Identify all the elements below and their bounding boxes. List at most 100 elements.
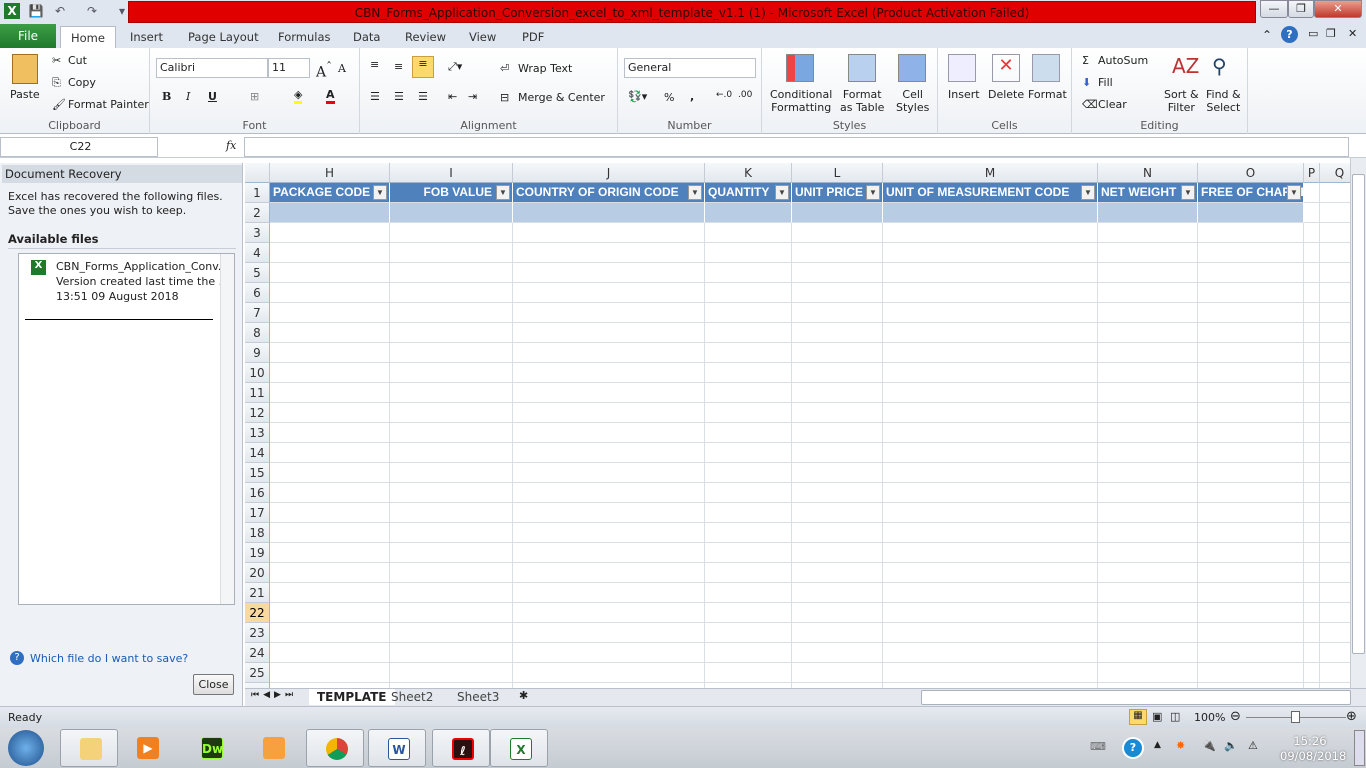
cell[interactable] — [1098, 243, 1198, 263]
cell[interactable] — [705, 543, 792, 563]
cell[interactable] — [390, 243, 513, 263]
page-break-view-icon[interactable]: ◫ — [1170, 710, 1180, 723]
column-header-p[interactable]: P — [1304, 163, 1320, 183]
row-header-4[interactable]: 4 — [245, 243, 270, 263]
number-format-select[interactable]: General — [624, 58, 756, 78]
zoom-in-button[interactable]: ⊕ — [1346, 709, 1357, 724]
increase-decimal-icon[interactable]: ←.0 — [716, 90, 732, 100]
cell[interactable] — [1304, 243, 1320, 263]
cell[interactable] — [1198, 523, 1304, 543]
which-file-link[interactable]: Which file do I want to save? — [30, 652, 188, 665]
row-header-2[interactable]: 2 — [245, 203, 270, 223]
cell[interactable] — [270, 283, 390, 303]
row-header-18[interactable]: 18 — [245, 523, 270, 543]
decrease-indent-icon[interactable]: ⇤ — [448, 90, 457, 103]
cell[interactable] — [705, 263, 792, 283]
cell[interactable] — [513, 423, 705, 443]
cell[interactable] — [1098, 603, 1198, 623]
cell[interactable] — [792, 483, 883, 503]
format-cells-icon[interactable] — [1032, 54, 1060, 82]
cell[interactable] — [883, 383, 1098, 403]
cell[interactable] — [1320, 523, 1350, 543]
cell[interactable] — [883, 323, 1098, 343]
cell[interactable] — [1304, 603, 1320, 623]
bold-button[interactable]: B — [162, 90, 171, 103]
table-cell[interactable] — [513, 203, 705, 223]
cell[interactable] — [1198, 423, 1304, 443]
undo-icon[interactable]: ↶ — [52, 3, 68, 19]
cell[interactable] — [883, 423, 1098, 443]
row-header-1[interactable]: 1 — [245, 183, 270, 203]
cell[interactable] — [1098, 583, 1198, 603]
insert-function-button[interactable]: fx — [226, 139, 236, 152]
recovery-file-item[interactable]: X CBN_Forms_Application_Conv... Version … — [21, 256, 229, 314]
cell[interactable] — [1098, 223, 1198, 243]
cell[interactable] — [390, 563, 513, 583]
cell[interactable] — [390, 663, 513, 683]
cell[interactable] — [1320, 303, 1350, 323]
cell[interactable] — [883, 303, 1098, 323]
tab-insert[interactable]: Insert — [120, 26, 173, 48]
cell[interactable] — [1304, 183, 1320, 203]
table-cell[interactable] — [792, 203, 883, 223]
cell[interactable] — [1304, 643, 1320, 663]
cell[interactable] — [883, 563, 1098, 583]
cell[interactable] — [883, 343, 1098, 363]
cell[interactable] — [792, 463, 883, 483]
cell[interactable] — [513, 403, 705, 423]
cell[interactable] — [390, 583, 513, 603]
cell[interactable] — [1198, 483, 1304, 503]
cell[interactable] — [1304, 383, 1320, 403]
row-header-10[interactable]: 10 — [245, 363, 270, 383]
cell[interactable] — [883, 643, 1098, 663]
cell[interactable] — [513, 263, 705, 283]
cell[interactable] — [792, 243, 883, 263]
font-color-icon[interactable]: A — [326, 88, 335, 104]
cell[interactable] — [270, 423, 390, 443]
cell[interactable] — [390, 383, 513, 403]
cell[interactable] — [1320, 363, 1350, 383]
column-header-h[interactable]: H — [270, 163, 390, 183]
grow-font-icon[interactable]: Aˆ — [316, 60, 332, 81]
merge-icon[interactable]: ⊟ — [500, 91, 509, 104]
cell[interactable] — [705, 323, 792, 343]
cell[interactable] — [1320, 503, 1350, 523]
cell[interactable] — [270, 663, 390, 683]
cell[interactable] — [270, 383, 390, 403]
zoom-out-button[interactable]: ⊖ — [1230, 709, 1241, 724]
cell[interactable] — [1198, 383, 1304, 403]
cell[interactable] — [1098, 503, 1198, 523]
cell[interactable] — [792, 643, 883, 663]
cell[interactable] — [270, 563, 390, 583]
cell[interactable] — [390, 403, 513, 423]
cell[interactable] — [270, 463, 390, 483]
workbook-close-icon[interactable]: ✕ — [1348, 27, 1357, 40]
cell[interactable] — [792, 603, 883, 623]
top-align-icon[interactable]: ≡ — [370, 58, 379, 71]
insert-cells-icon[interactable] — [948, 54, 976, 82]
cell[interactable] — [270, 643, 390, 663]
help-icon[interactable]: ? — [1281, 26, 1298, 43]
formula-input[interactable] — [244, 137, 1349, 157]
cell[interactable] — [883, 603, 1098, 623]
cell[interactable] — [1198, 543, 1304, 563]
taskbar-dreamweaver[interactable]: Dw — [182, 729, 240, 767]
row-header-23[interactable]: 23 — [245, 623, 270, 643]
cell[interactable] — [390, 343, 513, 363]
cell[interactable] — [705, 343, 792, 363]
tab-review[interactable]: Review — [395, 26, 456, 48]
column-header-k[interactable]: K — [705, 163, 792, 183]
middle-align-icon[interactable]: ≡ — [394, 60, 403, 73]
merge-center-button[interactable]: Merge & Center — [518, 91, 605, 104]
restore-button[interactable]: ❐ — [1288, 0, 1314, 18]
taskbar-acrobat[interactable]: ℓ — [432, 729, 490, 767]
cell[interactable] — [1304, 443, 1320, 463]
align-left-icon[interactable]: ☰ — [370, 90, 380, 103]
cell[interactable] — [1304, 343, 1320, 363]
cell[interactable] — [390, 323, 513, 343]
cell[interactable] — [1320, 263, 1350, 283]
copy-button[interactable]: Copy — [68, 76, 96, 89]
row-header-15[interactable]: 15 — [245, 463, 270, 483]
cell[interactable] — [1320, 643, 1350, 663]
show-hidden-icons[interactable]: ▲ — [1154, 740, 1161, 750]
